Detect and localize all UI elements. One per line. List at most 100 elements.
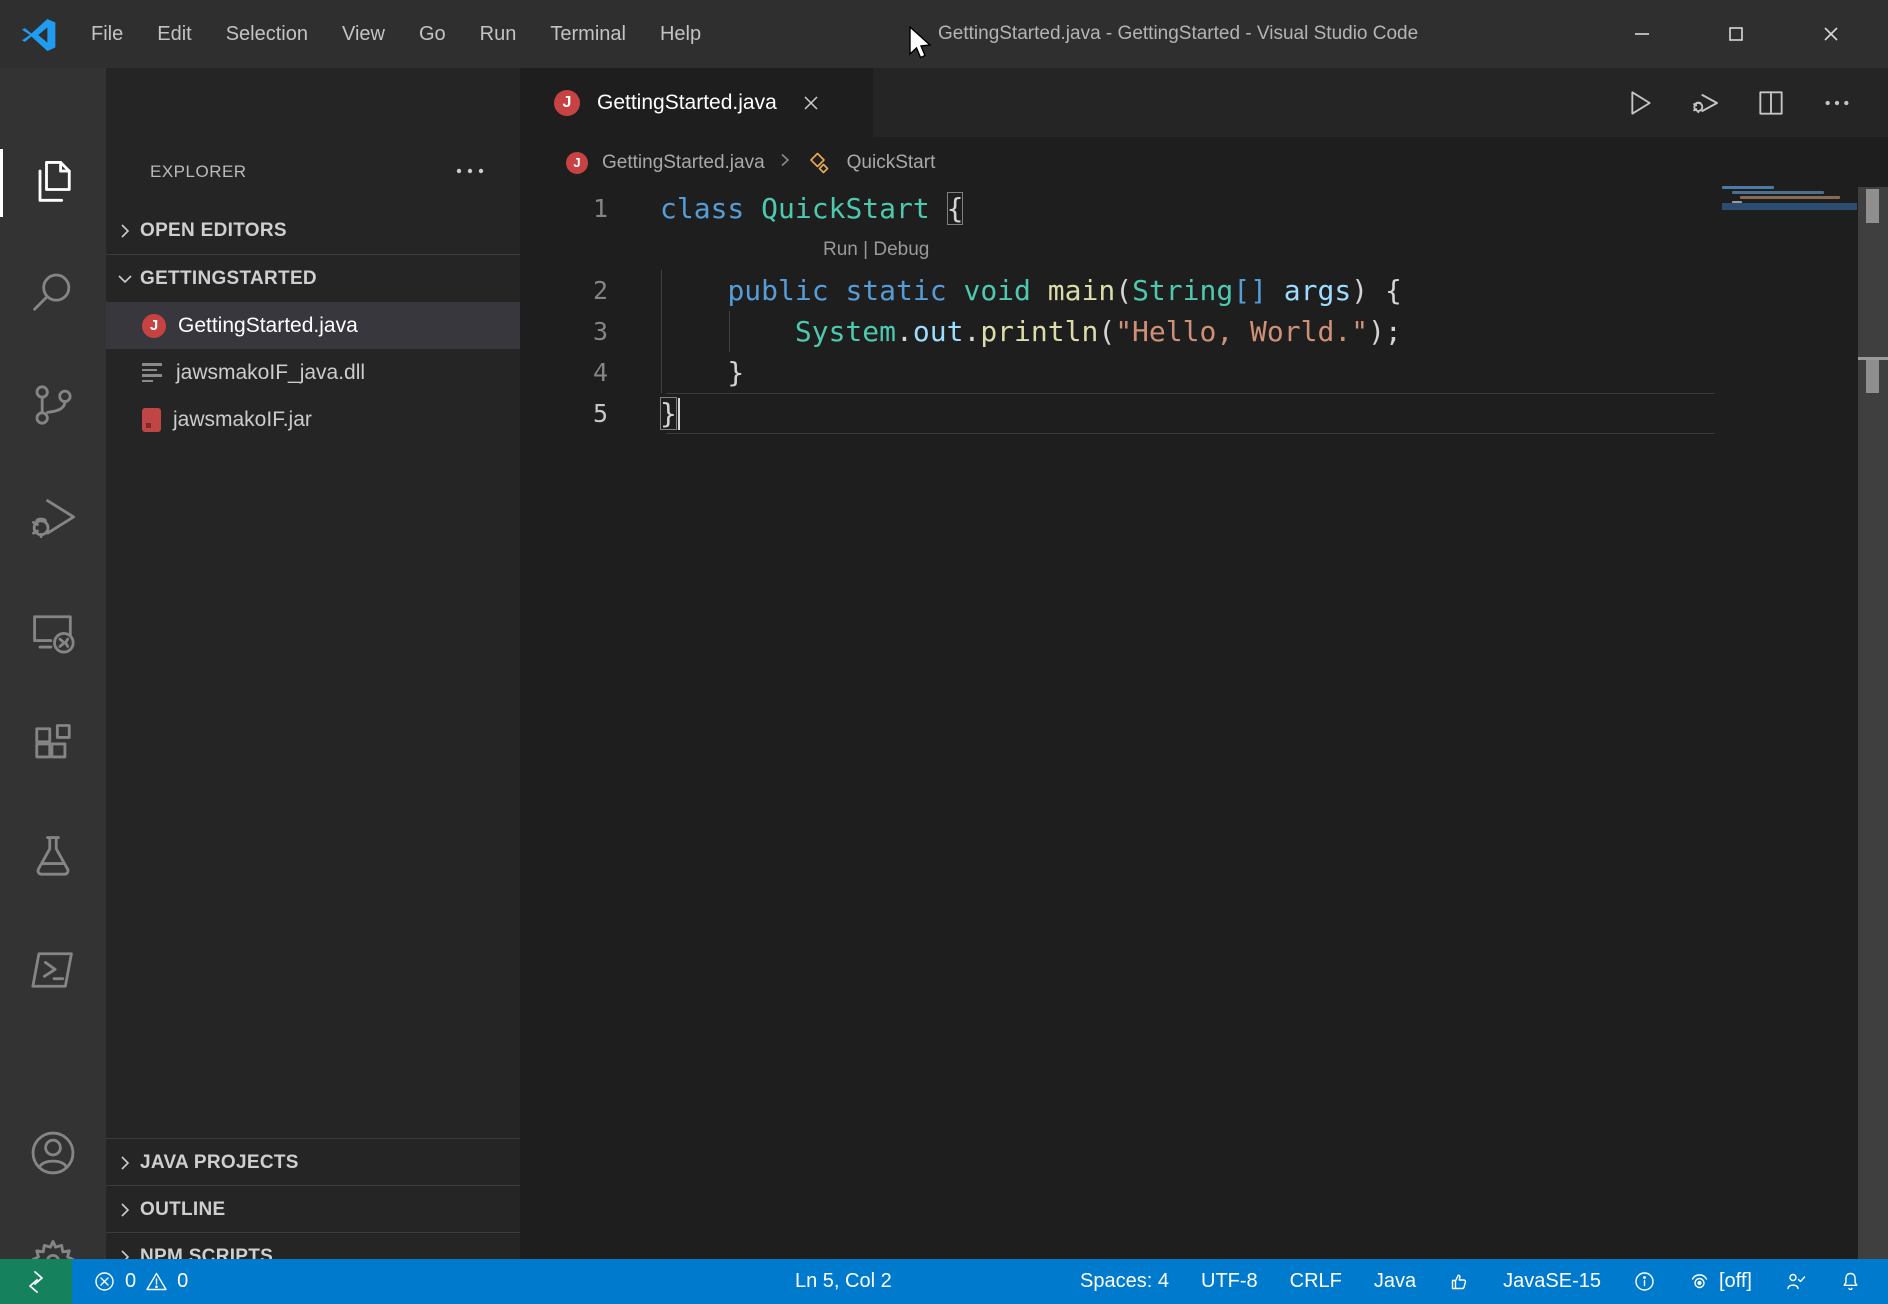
open-editors-section[interactable]: OPEN EDITORS	[106, 207, 520, 254]
extensions-icon[interactable]	[0, 711, 106, 779]
menu-file[interactable]: File	[74, 0, 140, 68]
indent-guide	[729, 311, 730, 352]
tab-label: GettingStarted.java	[597, 91, 777, 115]
mouse-pointer	[908, 26, 934, 62]
status-bar: 0 0 Ln 5, Col 2 Spaces: 4 UTF-8 CRLF Jav…	[0, 1259, 1888, 1304]
codelens-run-link[interactable]: Run	[823, 239, 858, 261]
thumbs-up-icon[interactable]	[1448, 1270, 1471, 1293]
tab-close-icon[interactable]	[797, 89, 825, 117]
notifications-bell-icon[interactable]	[1839, 1270, 1862, 1293]
line-number: 3	[520, 317, 608, 346]
scrollbar-thumb[interactable]	[1866, 189, 1879, 223]
code-line: 2 public static void main(String[] args)…	[520, 270, 1888, 311]
chevron-right-icon	[116, 222, 134, 240]
source-control-icon[interactable]	[0, 371, 106, 439]
file-item-dll[interactable]: jawsmakoIF_java.dll	[106, 349, 520, 396]
more-actions-icon[interactable]	[1812, 78, 1862, 128]
problems-status[interactable]: 0 0	[93, 1259, 188, 1304]
minimap-line	[1722, 186, 1774, 189]
debug-run-icon[interactable]	[1680, 78, 1730, 128]
chevron-down-icon	[116, 270, 134, 288]
error-count: 0	[125, 1270, 136, 1293]
code-token: static	[845, 274, 946, 307]
scrollbar-track[interactable]	[1858, 187, 1888, 1259]
code-line: 3 System.out.println("Hello, World.");	[520, 311, 1888, 352]
section-label: JAVA PROJECTS	[140, 1152, 299, 1174]
minimap-line	[1732, 191, 1824, 194]
jar-file-icon	[142, 408, 161, 432]
code-token: );	[1368, 315, 1402, 348]
section-java-projects[interactable]: JAVA PROJECTS	[106, 1139, 520, 1186]
section-outline[interactable]: OUTLINE	[106, 1186, 520, 1233]
title-bar: File Edit Selection View Go Run Terminal…	[0, 0, 1888, 68]
code-token: (	[1115, 274, 1132, 307]
warning-count: 0	[177, 1270, 188, 1293]
vscode-logo-icon	[20, 16, 58, 54]
accounts-icon[interactable]	[0, 1119, 106, 1187]
menu-run[interactable]: Run	[463, 0, 534, 68]
language-status[interactable]: Java	[1374, 1270, 1416, 1293]
info-icon[interactable]	[1633, 1270, 1656, 1293]
remote-explorer-icon[interactable]	[0, 599, 106, 667]
testing-icon[interactable]	[0, 822, 106, 890]
scrollbar-thumb[interactable]	[1866, 360, 1879, 393]
section-label: OUTLINE	[140, 1199, 226, 1221]
code-token: void	[963, 274, 1030, 307]
breadcrumb-file[interactable]: GettingStarted.java	[602, 152, 765, 174]
indentation-status[interactable]: Spaces: 4	[1080, 1270, 1169, 1293]
file-name: jawsmakoIF.jar	[173, 408, 312, 432]
tab-gettingstarted-java[interactable]: J GettingStarted.java	[520, 68, 873, 137]
maximize-button[interactable]	[1689, 0, 1783, 68]
menu-terminal[interactable]: Terminal	[533, 0, 643, 68]
breadcrumb-symbol[interactable]: QuickStart	[847, 152, 936, 174]
cursor-position: Ln 5, Col 2	[795, 1270, 892, 1293]
java-runtime-status[interactable]: JavaSE-15	[1503, 1270, 1601, 1293]
class-symbol-icon	[807, 150, 833, 176]
file-item-gettingstarted-java[interactable]: J GettingStarted.java	[106, 302, 520, 349]
file-item-jar[interactable]: jawsmakoIF.jar	[106, 396, 520, 443]
focus-icon	[1688, 1270, 1711, 1293]
minimize-button[interactable]	[1595, 0, 1689, 68]
cursor-position-status[interactable]: Ln 5, Col 2	[795, 1259, 892, 1304]
close-button[interactable]	[1784, 0, 1878, 68]
code-token: .	[963, 315, 980, 348]
workspace-section[interactable]: GETTINGSTARTED	[106, 255, 520, 302]
code-editor[interactable]: 1 class QuickStart { Run | Debug 2 public s…	[520, 188, 1888, 1259]
java-file-icon: J	[142, 314, 166, 338]
explorer-icon[interactable]	[0, 149, 106, 217]
code-token: ) {	[1351, 274, 1402, 307]
search-icon[interactable]	[0, 259, 106, 327]
code-token: args	[1284, 274, 1351, 307]
powershell-icon[interactable]	[0, 936, 106, 1004]
code-line: 1 class QuickStart {	[520, 188, 1888, 229]
menu-selection[interactable]: Selection	[209, 0, 325, 68]
warning-icon	[145, 1270, 168, 1293]
feedback-icon[interactable]	[1784, 1270, 1807, 1293]
split-editor-icon[interactable]	[1746, 78, 1796, 128]
run-icon[interactable]	[1614, 78, 1664, 128]
codelens-debug-link[interactable]: Debug	[873, 239, 929, 261]
code-token: {	[947, 192, 964, 225]
line-number: 1	[520, 194, 608, 223]
eol-status[interactable]: CRLF	[1290, 1270, 1342, 1293]
error-icon	[93, 1270, 116, 1293]
run-and-debug-icon[interactable]	[0, 484, 106, 552]
encoding-status[interactable]: UTF-8	[1201, 1270, 1258, 1293]
line-number: 5	[520, 399, 608, 428]
menu-view[interactable]: View	[325, 0, 402, 68]
sonarlint-status[interactable]: [off]	[1688, 1270, 1752, 1293]
breadcrumb: J GettingStarted.java QuickStart	[520, 137, 1888, 188]
code-token	[660, 274, 727, 307]
codelens-separator: |	[858, 239, 874, 261]
menu-edit[interactable]: Edit	[140, 0, 208, 68]
menu-bar: File Edit Selection View Go Run Terminal…	[74, 0, 718, 68]
more-actions-icon[interactable]	[450, 158, 490, 184]
remote-indicator[interactable]	[0, 1259, 72, 1304]
code-token: class	[660, 192, 744, 225]
menu-go[interactable]: Go	[402, 0, 463, 68]
editor-actions	[1614, 68, 1862, 137]
menu-help[interactable]: Help	[643, 0, 718, 68]
window-title: GettingStarted.java - GettingStarted - V…	[938, 0, 1418, 68]
explorer-sidebar: EXPLORER OPEN EDITORS GETTINGSTARTED J G…	[106, 68, 520, 1259]
code-token: QuickStart	[761, 192, 930, 225]
